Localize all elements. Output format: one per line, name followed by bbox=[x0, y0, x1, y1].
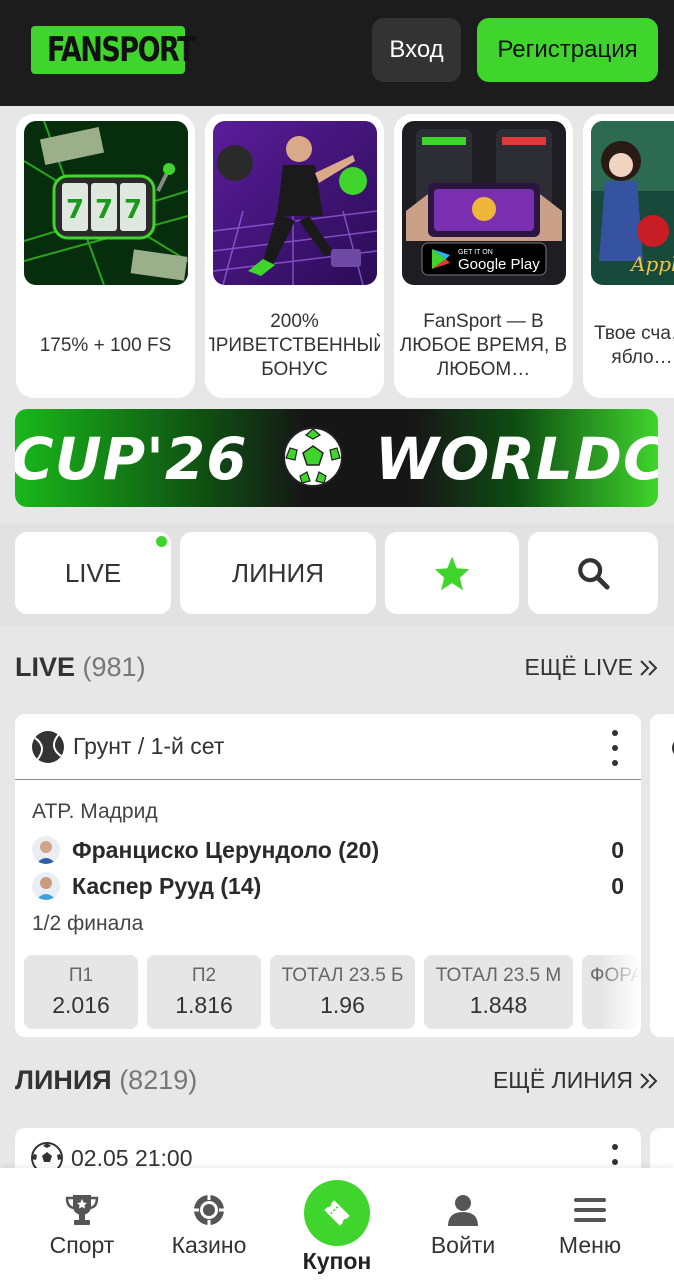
double-chevron-right-icon bbox=[640, 659, 658, 676]
promo-carousel[interactable]: 7 7 7 175% + 100 FS 200% ПРИВЕТСТВЕННЫЙ … bbox=[0, 106, 674, 402]
team-row: Франциско Церундоло (20) 0 bbox=[32, 835, 624, 865]
live-section-title: LIVE (981) bbox=[15, 652, 146, 682]
nav-menu[interactable]: Меню bbox=[523, 1168, 657, 1280]
odd-button[interactable]: П1 2.016 bbox=[24, 955, 138, 1029]
nav-login-label: Войти bbox=[430, 1232, 496, 1258]
tab-live-label: LIVE bbox=[64, 557, 122, 588]
menu-icon bbox=[574, 1198, 606, 1222]
double-chevron-right-icon bbox=[640, 1072, 658, 1089]
app-header: FANSPORT Вход Регистрация bbox=[0, 0, 674, 106]
team2-score: 0 bbox=[611, 872, 624, 899]
nav-login[interactable]: Войти bbox=[396, 1168, 530, 1280]
nav-sport-label: Спорт bbox=[49, 1232, 115, 1258]
fansport-logo[interactable]: FANSPORT bbox=[31, 26, 196, 74]
line-section-title: ЛИНИЯ (8219) bbox=[15, 1065, 198, 1095]
team2-name: Каспер Рууд (14) bbox=[72, 872, 262, 899]
more-line-link[interactable]: ЕЩЁ ЛИНИЯ bbox=[493, 1067, 659, 1094]
odd-button[interactable]: ТОТАЛ 23.5 Б 1.96 bbox=[270, 955, 415, 1029]
coupon-button[interactable] bbox=[304, 1180, 370, 1246]
login-button[interactable]: Вход bbox=[372, 18, 461, 82]
trophy-icon bbox=[65, 1195, 99, 1225]
tab-live[interactable]: LIVE bbox=[15, 532, 171, 614]
world-cup-banner[interactable]: CUP'26 WORLDC bbox=[15, 409, 658, 507]
soccer-ball-icon bbox=[283, 427, 343, 487]
user-icon bbox=[448, 1195, 478, 1226]
promo-text: FanSport — В ЛЮБОЕ ВРЕМЯ, В ЛЮБОМ… bbox=[399, 311, 568, 380]
live-count: (981) bbox=[82, 652, 146, 682]
tab-favorites[interactable] bbox=[385, 532, 519, 614]
coupon-ticket-icon bbox=[324, 1200, 350, 1226]
svg-text:Apple: Apple bbox=[629, 252, 674, 276]
svg-text:7: 7 bbox=[124, 195, 142, 225]
tennis-ball-icon bbox=[32, 730, 64, 763]
get-it-on-text: GET IT ON bbox=[458, 249, 493, 256]
line-count: (8219) bbox=[119, 1065, 198, 1095]
line-section-header: ЛИНИЯ (8219) ЕЩЁ ЛИНИЯ bbox=[15, 1065, 659, 1096]
sport-icon bbox=[672, 742, 674, 754]
tab-line[interactable]: ЛИНИЯ bbox=[180, 532, 376, 614]
next-match-card-peek[interactable] bbox=[650, 714, 674, 1037]
search-button[interactable] bbox=[528, 532, 658, 614]
nav-menu-label: Меню bbox=[558, 1232, 622, 1258]
match-surface-set: Грунт / 1-й сет bbox=[73, 733, 225, 759]
nav-coupon-label: Купон bbox=[302, 1248, 372, 1274]
svg-text:7: 7 bbox=[66, 195, 84, 225]
slot-777-icon: 7 7 7 bbox=[24, 121, 188, 285]
more-live-link[interactable]: ЕЩЁ LIVE bbox=[524, 654, 659, 681]
nav-sport[interactable]: Спорт bbox=[15, 1168, 149, 1280]
league-name: ATP. Мадрид bbox=[32, 800, 158, 823]
phone-google-play-icon: GET IT ON Google Play bbox=[402, 121, 566, 285]
google-play-text: Google Play bbox=[458, 256, 540, 273]
search-icon bbox=[578, 558, 610, 590]
promo-card[interactable]: 7 7 7 175% + 100 FS bbox=[16, 114, 195, 398]
odds-fade bbox=[601, 955, 641, 1029]
player-avatar bbox=[32, 836, 60, 864]
promo-card[interactable]: GET IT ON Google Play FanSport — В ЛЮБОЕ… bbox=[394, 114, 573, 398]
nav-casino[interactable]: Казино bbox=[142, 1168, 276, 1280]
more-options-icon[interactable] bbox=[611, 730, 619, 766]
svg-text:7: 7 bbox=[95, 195, 113, 225]
tab-line-label: ЛИНИЯ bbox=[232, 557, 324, 588]
promo-text: Твое сча… ябло… bbox=[594, 323, 674, 368]
promo-card[interactable]: 200% ПРИВЕТСТВЕННЫЙ БОНУС bbox=[205, 114, 384, 398]
nav-casino-label: Казино bbox=[171, 1232, 247, 1258]
casino-chip-icon bbox=[194, 1195, 224, 1225]
odd-button[interactable]: ТОТАЛ 23.5 М 1.848 bbox=[424, 955, 573, 1029]
register-button[interactable]: Регистрация bbox=[477, 18, 658, 82]
promo-text: 200% ПРИВЕТСТВЕННЫЙ БОНУС bbox=[209, 311, 380, 380]
odds-row: П1 2.016 П2 1.816 ТОТАЛ 23.5 Б 1.96 ТОТА… bbox=[24, 955, 641, 1029]
match-card-header: Грунт / 1-й сет bbox=[15, 714, 641, 780]
promo-text: 175% + 100 FS bbox=[39, 335, 172, 356]
star-icon bbox=[434, 556, 470, 591]
football-player-icon bbox=[213, 121, 377, 285]
live-indicator-dot bbox=[156, 536, 167, 547]
odd-button[interactable]: П2 1.816 bbox=[147, 955, 261, 1029]
team1-score: 0 bbox=[611, 836, 624, 863]
team1-name: Франциско Церундоло (20) bbox=[72, 836, 380, 863]
player-avatar bbox=[32, 872, 60, 900]
live-section-header: LIVE (981) ЕЩЁ LIVE bbox=[15, 652, 659, 683]
match-stage: 1/2 финала bbox=[32, 912, 144, 935]
logo-text: FANSPORT bbox=[47, 30, 196, 70]
banner-text-left: CUP'26 bbox=[15, 425, 248, 493]
live-match-card[interactable]: Грунт / 1-й сет ATP. Мадрид Франциско Це… bbox=[15, 714, 641, 1037]
banner-text-right: WORLDC bbox=[375, 425, 658, 493]
apple-of-fortune-icon: Apple bbox=[591, 121, 674, 285]
sport-nav-tabs: LIVE ЛИНИЯ bbox=[0, 523, 674, 626]
promo-card[interactable]: Apple Твое сча… ябло… bbox=[583, 114, 674, 398]
team-row: Каспер Рууд (14) 0 bbox=[32, 871, 624, 901]
